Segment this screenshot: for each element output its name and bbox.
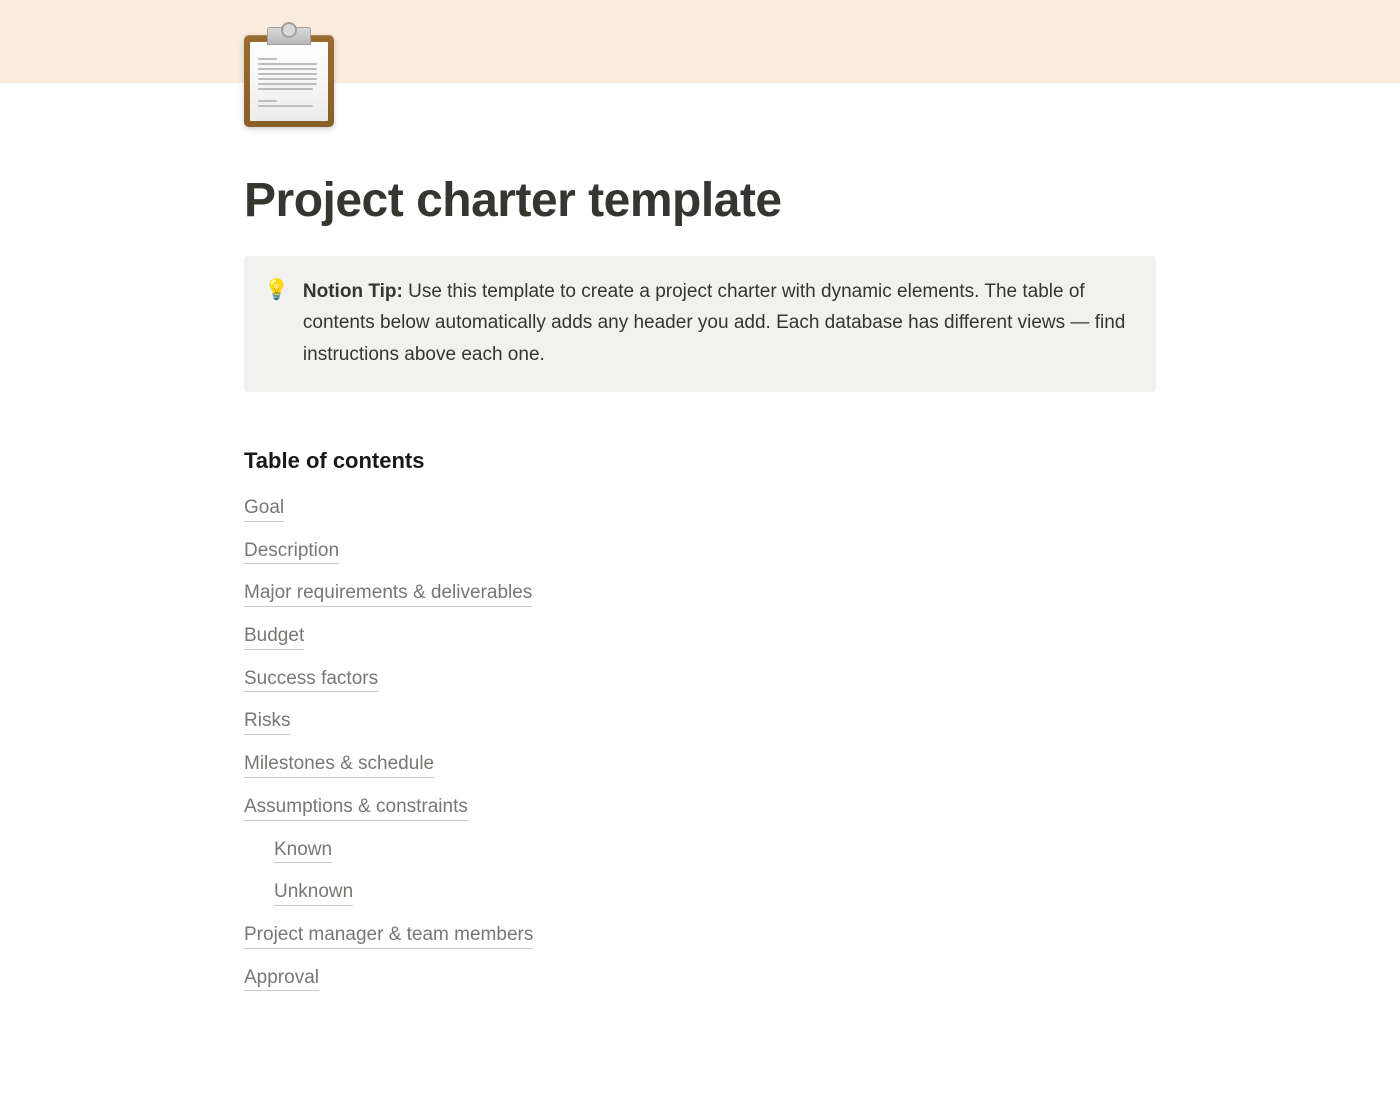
toc-item: Goal [244, 496, 1156, 522]
toc-item: Approval [244, 966, 1156, 992]
toc-item: Assumptions & constraints Known Unknown [244, 795, 1156, 906]
toc-link[interactable]: Goal [244, 496, 284, 522]
toc-item: Project manager & team members [244, 923, 1156, 949]
clipboard-icon [244, 27, 334, 127]
toc-sub-link[interactable]: Unknown [274, 880, 353, 906]
toc-link[interactable]: Description [244, 539, 339, 565]
lightbulb-icon: 💡 [264, 276, 289, 370]
toc-item: Budget [244, 624, 1156, 650]
toc-link[interactable]: Assumptions & constraints [244, 795, 468, 821]
callout-body: Use this template to create a project ch… [303, 281, 1125, 365]
toc-item: Success factors [244, 667, 1156, 693]
table-of-contents: Goal Description Major requirements & deli… [244, 496, 1156, 991]
toc-link[interactable]: Risks [244, 709, 290, 735]
toc-item: Major requirements & deliverables [244, 581, 1156, 607]
toc-link[interactable]: Project manager & team members [244, 923, 533, 949]
tip-callout: 💡 Notion Tip: Use this template to creat… [244, 256, 1156, 392]
toc-sub-link[interactable]: Known [274, 838, 332, 864]
toc-sub-item: Known [274, 838, 1156, 864]
toc-item: Description [244, 539, 1156, 565]
toc-item: Risks [244, 709, 1156, 735]
toc-sub-item: Unknown [274, 880, 1156, 906]
toc-link[interactable]: Major requirements & deliverables [244, 581, 532, 607]
toc-link[interactable]: Success factors [244, 667, 378, 693]
callout-label: Notion Tip: [303, 281, 403, 302]
page-content: Project charter template 💡 Notion Tip: U… [244, 27, 1156, 1048]
toc-link[interactable]: Milestones & schedule [244, 752, 434, 778]
page-title[interactable]: Project charter template [244, 173, 1156, 228]
toc-item: Milestones & schedule [244, 752, 1156, 778]
toc-link[interactable]: Budget [244, 624, 304, 650]
page-icon[interactable] [244, 27, 334, 127]
toc-sub-list: Known Unknown [244, 838, 1156, 906]
toc-link[interactable]: Approval [244, 966, 319, 992]
toc-heading: Table of contents [244, 448, 1156, 474]
callout-text: Notion Tip: Use this template to create … [303, 276, 1134, 370]
